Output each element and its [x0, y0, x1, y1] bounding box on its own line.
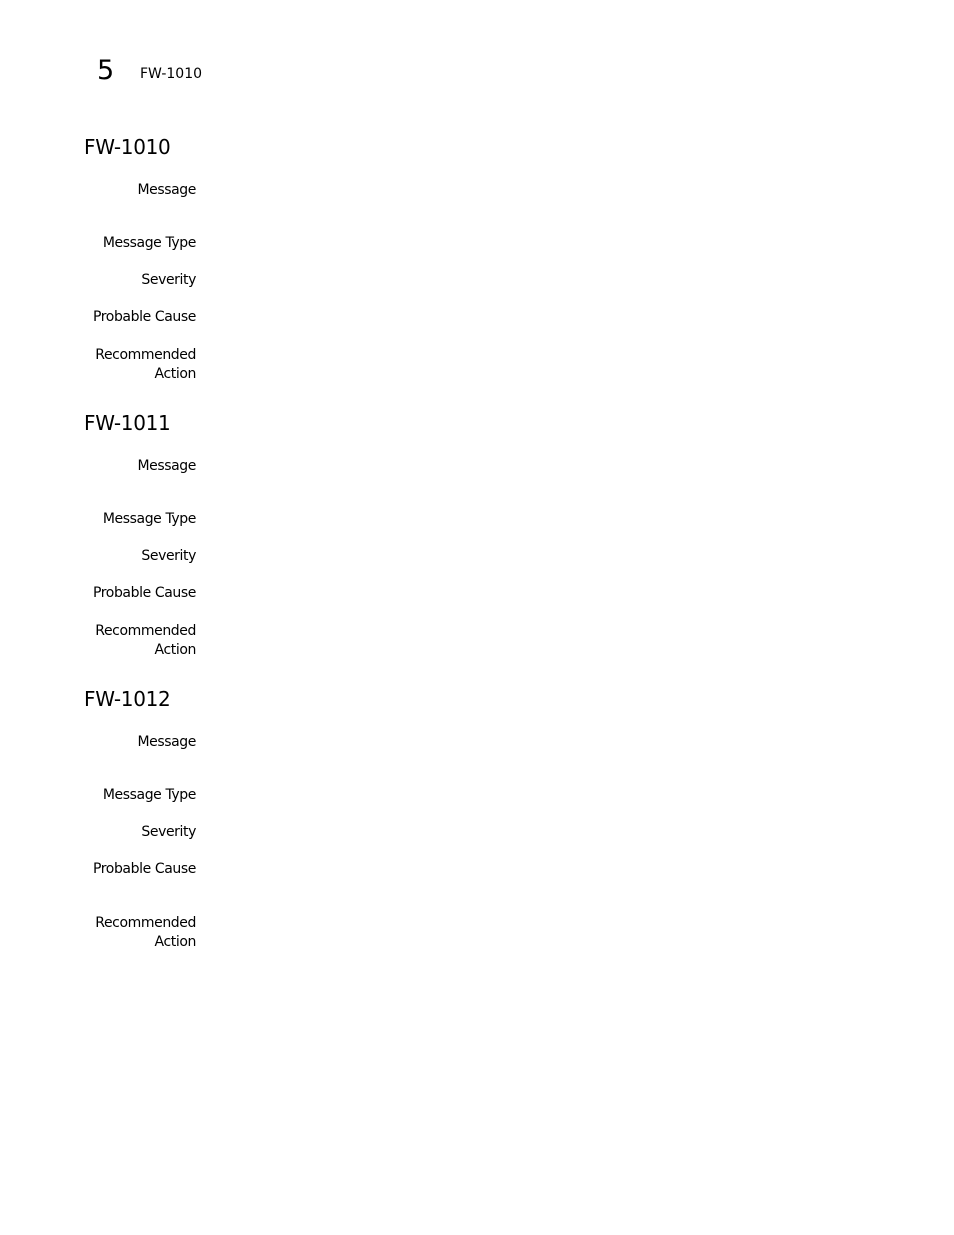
field-label-recommended-action-line2: Action — [154, 366, 197, 382]
field-label-recommended-action-line2: Action — [154, 934, 197, 950]
running-head: FW-1010 — [140, 66, 203, 82]
section-title: FW-1011 — [84, 411, 171, 435]
field-label-message: Message — [137, 458, 196, 474]
field-label-probable-cause: Probable Cause — [92, 861, 196, 877]
field-label-probable-cause: Probable Cause — [92, 309, 196, 325]
field-label-recommended-action-line1: Recommended — [95, 347, 196, 363]
field-label-recommended-action-line2: Action — [154, 642, 197, 658]
field-label-message-type: Message Type — [102, 235, 197, 251]
field-label-severity: Severity — [141, 272, 196, 288]
field-label-recommended-action-line1: Recommended — [95, 915, 196, 931]
field-label-message: Message — [137, 734, 196, 750]
section-title: FW-1010 — [84, 135, 171, 159]
chapter-number: 5 — [97, 55, 115, 86]
field-label-message-type: Message Type — [102, 511, 197, 527]
field-label-recommended-action-line1: Recommended — [95, 623, 196, 639]
field-label-severity: Severity — [141, 824, 196, 840]
field-label-message-type: Message Type — [102, 787, 197, 803]
field-label-severity: Severity — [141, 548, 196, 564]
section-title: FW-1012 — [84, 687, 171, 711]
field-label-probable-cause: Probable Cause — [92, 585, 196, 601]
field-label-message: Message — [137, 182, 196, 198]
